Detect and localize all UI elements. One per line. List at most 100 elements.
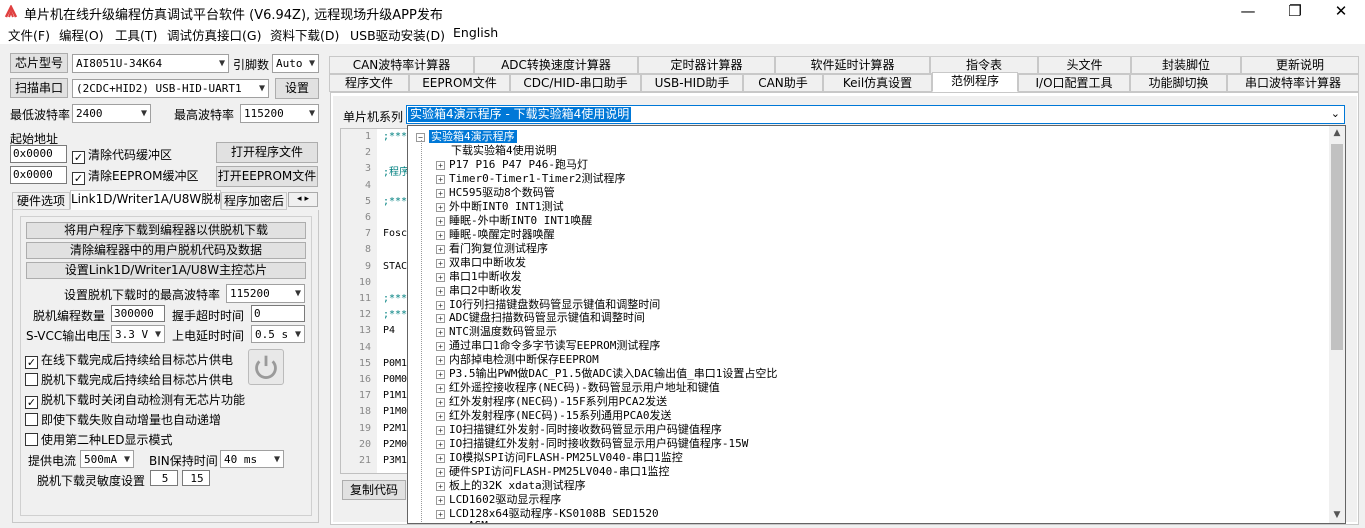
series-select[interactable]: 实验箱4演示程序 - 下载实验箱4使用说明 ⌄ [406,105,1345,124]
max-baud-select[interactable]: 115200 ▼ [240,104,319,123]
supply-current-select[interactable]: 500mA ▼ [80,450,134,468]
copy-code-button[interactable]: 复制代码 [342,480,406,500]
tab-adc-speed[interactable]: ADC转换速度计算器 [474,56,638,74]
eeprom-address-input[interactable]: 0x0000 [10,166,67,184]
open-eeprom-file-button[interactable]: 打开EEPROM文件 [216,166,318,187]
expand-icon[interactable]: + [436,356,445,366]
clear-programmer-code-button[interactable]: 清除编程器中的用户脱机代码及数据 [26,242,306,259]
tab-hardware-options[interactable]: 硬件选项 [12,192,70,210]
expand-icon[interactable]: + [436,188,445,198]
code-editor[interactable]: 1 2 3 4 5 6 7 8 9 10 11 12 13 14 15 16 17 18 19 20 21 ;*** ;程… [340,128,410,474]
sensitivity-input-2[interactable]: 15 [182,470,210,486]
expand-icon[interactable]: + [436,426,445,436]
checkbox-disable-autodetect[interactable]: ✓ 脱机下载时关闭自动检测有无芯片功能 [25,391,245,409]
expand-icon[interactable]: + [436,495,445,505]
expand-icon[interactable]: + [436,230,445,240]
tab-timer-calc[interactable]: 定时器计算器 [638,56,775,74]
port-select[interactable]: (2CDC+HID2) USB-HID-UART1 ▼ [72,79,269,98]
tab-offline[interactable]: Link1D/Writer1A/U8W脱机 [70,190,221,210]
checkbox-online-power[interactable]: ✓ 在线下载完成后持续给目标芯片供电 [25,351,233,369]
tab-encryption[interactable]: 程序加密后 [221,192,287,210]
expand-icon[interactable]: + [436,481,445,491]
code-address-input[interactable]: 0x0000 [10,145,67,163]
expand-icon[interactable]: + [436,314,445,324]
scroll-down-icon[interactable]: ▼ [1329,510,1345,520]
tab-serial-helper[interactable]: CDC/HID-串口助手 [510,74,641,92]
min-baud-select[interactable]: 2400 ▼ [72,104,151,123]
scrollbar-thumb[interactable] [1331,144,1343,350]
expand-icon[interactable]: + [436,384,445,394]
tab-can-baud[interactable]: CAN波特率计算器 [329,56,474,74]
tab-io-config[interactable]: I/O口配置工具 [1018,74,1130,92]
expand-icon[interactable]: + [436,328,445,338]
expand-icon[interactable]: + [436,244,445,254]
tab-pin-switch[interactable]: 功能脚切换 [1130,74,1227,92]
tab-header-files[interactable]: 头文件 [1038,56,1131,74]
tab-delay-calc[interactable]: 软件延时计算器 [775,56,930,74]
power-toggle-button[interactable] [248,349,284,385]
open-program-file-button[interactable]: 打开程序文件 [216,142,318,163]
menu-tools[interactable]: 工具(T) [115,25,157,44]
checkbox-led-mode[interactable]: 使用第二种LED显示模式 [25,431,173,448]
expand-icon[interactable]: + [436,202,445,212]
chip-model-button[interactable]: 芯片型号 [10,53,68,73]
tab-uart-baud-calc[interactable]: 串口波特率计算器 [1227,74,1359,92]
series-dropdown-tree[interactable]: − 实验箱4演示程序 下载实验箱4使用说明 + P17 P16 P47 P46-跑马… [407,125,1346,524]
clear-eeprom-checkbox[interactable]: ✓ 清除EEPROM缓冲区 [72,167,199,185]
menu-usb-driver[interactable]: USB驱动安装(D) [350,25,445,44]
minimize-button[interactable]: — [1225,0,1271,24]
settings-button[interactable]: 设置 [275,78,319,99]
svcc-voltage-select[interactable]: 3.3 V ▼ [111,325,165,343]
scroll-up-icon[interactable]: ▲ [1329,128,1345,138]
menu-program[interactable]: 编程(O) [59,25,104,44]
expand-icon[interactable]: + [436,286,445,296]
chevron-left-icon[interactable]: ◂ [297,194,302,204]
tree-item-partial[interactable]: ASM [468,519,488,523]
menu-file[interactable]: 文件(F) [8,25,50,44]
expand-icon[interactable]: + [436,258,445,268]
expand-icon[interactable]: + [436,300,445,310]
tree-scrollbar[interactable]: ▲ ▼ [1329,126,1345,523]
expand-icon[interactable]: + [436,467,445,477]
checkbox-auto-increment[interactable]: 即使下载失败自动增量也自动递增 [25,411,221,428]
chevron-right-icon[interactable]: ▸ [304,194,309,204]
expand-icon[interactable]: + [436,509,445,519]
expand-icon[interactable]: + [436,342,445,352]
expand-icon[interactable]: + [436,412,445,422]
power-delay-select[interactable]: 0.5 s ▼ [251,325,305,343]
sensitivity-input-1[interactable]: 5 [150,470,178,486]
expand-icon[interactable]: + [436,453,445,463]
tab-package-pins[interactable]: 封装脚位 [1131,56,1241,74]
handshake-timeout-input[interactable]: 0 [251,305,305,322]
bin-hold-select[interactable]: 40 ms ▼ [220,450,284,468]
maximize-button[interactable]: ❐ [1272,0,1318,24]
expand-icon[interactable]: + [436,216,445,226]
pins-select[interactable]: Auto ▼ [272,54,319,73]
tab-program-file[interactable]: 程序文件 [329,74,409,92]
menu-download[interactable]: 资料下载(D) [270,25,339,44]
clear-code-checkbox[interactable]: ✓ 清除代码缓冲区 [72,146,172,164]
tab-example-programs[interactable]: 范例程序 [932,72,1018,92]
tab-scroll-arrows[interactable]: ◂ ▸ [288,192,318,207]
checkbox-offline-power[interactable]: 脱机下载完成后持续给目标芯片供电 [25,371,233,388]
tab-can-helper[interactable]: CAN助手 [743,74,823,92]
scan-port-button[interactable]: 扫描串口 [10,78,68,98]
tab-keil-sim[interactable]: Keil仿真设置 [823,74,932,92]
chip-model-select[interactable]: AI8051U-34K64 ▼ [72,54,229,73]
expand-icon[interactable]: + [436,440,445,449]
expand-icon[interactable]: + [436,161,445,170]
tab-update-notes[interactable]: 更新说明 [1241,56,1359,74]
offline-count-input[interactable]: 300000 [111,305,165,322]
download-to-programmer-button[interactable]: 将用户程序下载到编程器以供脱机下载 [26,222,306,239]
close-button[interactable]: ✕ [1318,0,1364,24]
menu-english[interactable]: English [453,25,498,40]
set-master-chip-button[interactable]: 设置Link1D/Writer1A/U8W主控芯片 [26,262,306,279]
menu-debug[interactable]: 调试仿真接口(G) [167,25,261,44]
expand-icon[interactable]: + [436,370,445,380]
expand-icon[interactable]: + [436,272,445,282]
tab-eeprom-file[interactable]: EEPROM文件 [409,74,510,92]
tab-usb-hid-helper[interactable]: USB-HID助手 [641,74,743,92]
expand-icon[interactable]: + [436,398,445,408]
expand-icon[interactable]: + [436,174,445,184]
offline-max-baud-select[interactable]: 115200 ▼ [226,284,305,303]
